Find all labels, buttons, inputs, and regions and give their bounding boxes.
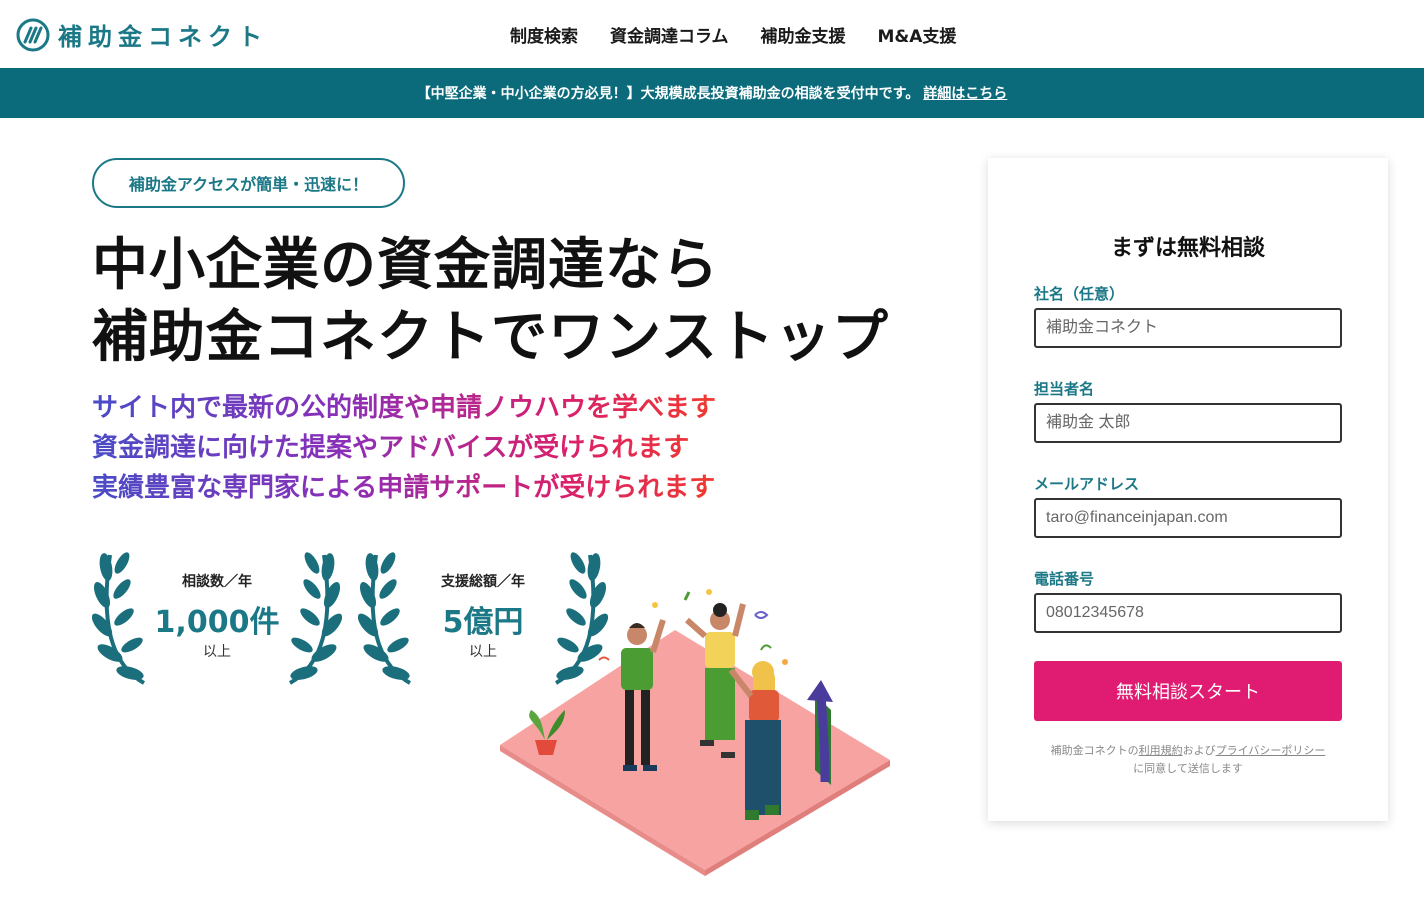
- stat-label: 相談数／年: [182, 574, 252, 590]
- note-mid: および: [1182, 744, 1216, 757]
- stat-consultations: 相談数／年 1,000件 以上: [92, 545, 342, 685]
- company-name-field[interactable]: [1034, 308, 1342, 348]
- stat-unit: 以上: [203, 644, 231, 660]
- announcement-banner: 【中堅企業・中小企業の方必見！】大規模成長投資補助金の相談を受付中です。 詳細は…: [0, 68, 1424, 118]
- note-suffix: に同意して送信します: [1133, 762, 1243, 775]
- main-nav: 制度検索 資金調達コラム 補助金支援 M&A支援: [510, 22, 956, 47]
- nav-item-ma[interactable]: M&A支援: [878, 22, 957, 47]
- headline-line-1: 中小企業の資金調達なら: [92, 233, 719, 298]
- phone-label: 電話番号: [1034, 570, 1095, 588]
- phone-field[interactable]: [1034, 593, 1342, 633]
- nav-item-column[interactable]: 資金調達コラム: [610, 22, 729, 47]
- email-field[interactable]: [1034, 498, 1342, 538]
- subtext-line-2: 資金調達に向けた提案やアドバイスが受けられます: [92, 428, 716, 468]
- terms-link[interactable]: 利用規約: [1139, 744, 1183, 757]
- logo[interactable]: 補助金コネクト: [16, 17, 268, 52]
- contact-name-field[interactable]: [1034, 403, 1342, 443]
- form-title: まずは無料相談: [1110, 236, 1265, 261]
- company-name-label: 社名（任意）: [1034, 285, 1125, 303]
- privacy-link[interactable]: プライバシーポリシー: [1216, 744, 1326, 757]
- hero-subtext: サイト内で最新の公的制度や申請ノウハウを学べます 資金調達に向けた提案やアドバイ…: [92, 388, 716, 508]
- hero-headline: 中小企業の資金調達なら 補助金コネクトでワンストップ: [92, 230, 889, 374]
- nav-item-search[interactable]: 制度検索: [510, 22, 578, 47]
- stat-value: 1,000件: [154, 605, 280, 640]
- contact-name-label: 担当者名: [1034, 380, 1095, 398]
- email-label: メールアドレス: [1034, 475, 1140, 493]
- hero-badge: 補助金アクセスが簡単・迅速に！: [92, 158, 405, 208]
- subtext-line-1: サイト内で最新の公的制度や申請ノウハウを学べます: [92, 388, 716, 428]
- site-header: 補助金コネクト 制度検索 資金調達コラム 補助金支援 M&A支援: [0, 0, 1424, 68]
- consent-note: 補助金コネクトの利用規約およびプライバシーポリシー に同意して送信します: [988, 742, 1388, 778]
- subtext-line-3: 実績豊富な専門家による申請サポートが受けられます: [92, 468, 716, 508]
- nav-item-support[interactable]: 補助金支援: [761, 22, 846, 47]
- note-prefix: 補助金コネクトの: [1050, 744, 1139, 757]
- logo-icon: [16, 18, 50, 51]
- banner-link[interactable]: 詳細はこちら: [923, 83, 1007, 103]
- headline-line-2: 補助金コネクトでワンストップ: [92, 305, 889, 370]
- start-consultation-button[interactable]: 無料相談スタート: [1034, 661, 1342, 721]
- celebration-illustration: [500, 589, 890, 876]
- logo-text: 補助金コネクト: [58, 23, 268, 51]
- banner-text: 【中堅企業・中小企業の方必見！】大規模成長投資補助金の相談を受付中です。: [416, 86, 920, 102]
- consultation-form-card: まずは無料相談 社名（任意） 担当者名 メールアドレス 電話番号 無料相談スター…: [988, 158, 1388, 821]
